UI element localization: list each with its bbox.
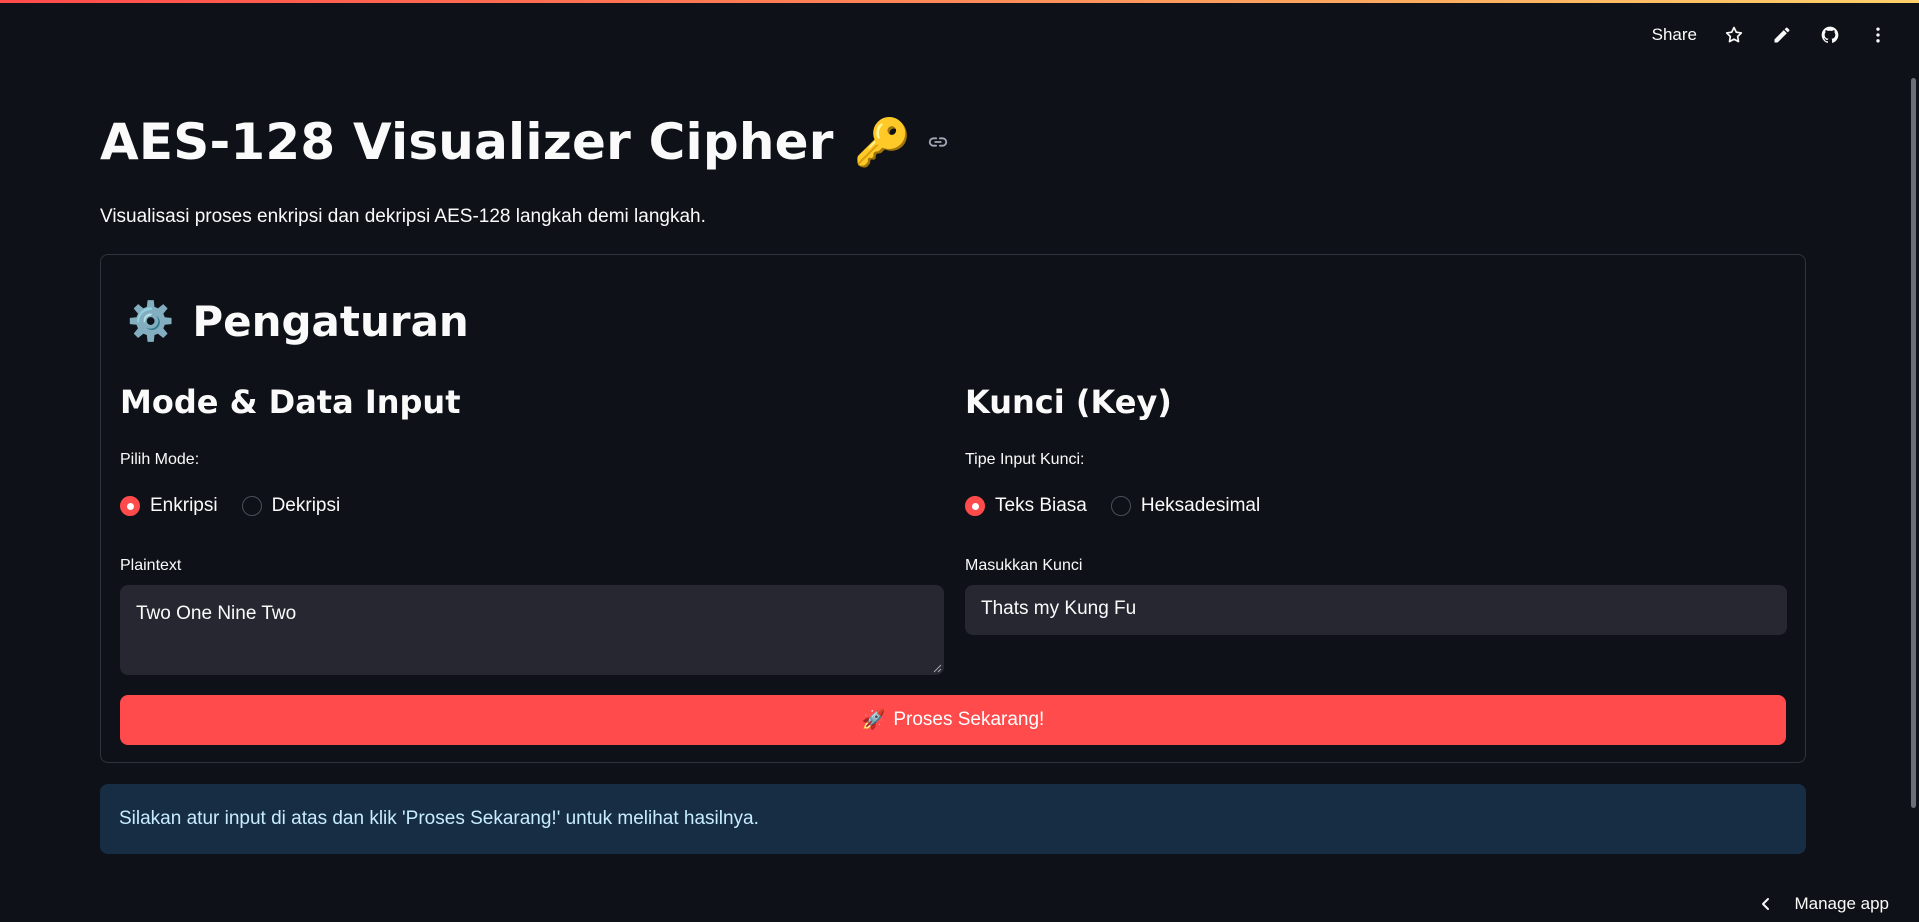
mode-label: Pilih Mode: bbox=[120, 451, 200, 468]
radio-teks-biasa-dot[interactable] bbox=[965, 496, 985, 516]
key-input[interactable]: Thats my Kung Fu bbox=[965, 585, 1787, 635]
title-row: AES-128 Visualizer Cipher 🔑 bbox=[100, 113, 951, 171]
page-scrollbar[interactable] bbox=[1911, 78, 1916, 808]
rocket-icon: 🚀 bbox=[861, 710, 886, 731]
mode-data-title: Mode & Data Input bbox=[120, 383, 461, 421]
plaintext-textarea[interactable]: Two One Nine Two bbox=[120, 585, 944, 675]
manage-app-label: Manage app bbox=[1794, 894, 1889, 913]
radio-heksadesimal-dot[interactable] bbox=[1110, 496, 1131, 516]
manage-app-button[interactable]: Manage app bbox=[1758, 894, 1889, 914]
pencil-icon[interactable] bbox=[1771, 24, 1793, 46]
info-message-box: Silakan atur input di atas dan klik 'Pro… bbox=[100, 784, 1806, 854]
radio-enkripsi-dot[interactable] bbox=[120, 496, 140, 516]
settings-card: ⚙️ Pengaturan Mode & Data Input Pilih Mo… bbox=[100, 254, 1806, 763]
page-title: AES-128 Visualizer Cipher bbox=[100, 113, 834, 171]
radio-teks-biasa-label: Teks Biasa bbox=[995, 495, 1087, 516]
key-input-value: Thats my Kung Fu bbox=[981, 598, 1137, 619]
gear-icon: ⚙️ bbox=[127, 300, 175, 343]
settings-heading-label: Pengaturan bbox=[192, 297, 469, 346]
key-title: Kunci (Key) bbox=[965, 383, 1172, 421]
radio-heksadesimal-label: Heksadesimal bbox=[1140, 495, 1261, 516]
info-message: Silakan atur input di atas dan klik 'Pro… bbox=[119, 808, 759, 829]
key-input-label: Masukkan Kunci bbox=[965, 557, 1083, 574]
share-button[interactable]: Share bbox=[1652, 25, 1697, 45]
star-icon[interactable] bbox=[1723, 24, 1745, 46]
key-type-radio-group: Teks Biasa Heksadesimal bbox=[965, 495, 1260, 517]
chevron-left-icon bbox=[1762, 898, 1770, 910]
radio-heksadesimal[interactable]: Heksadesimal bbox=[1110, 495, 1261, 517]
process-button[interactable]: 🚀 Proses Sekarang! bbox=[120, 695, 1786, 745]
resize-grip-icon[interactable] bbox=[932, 663, 942, 673]
process-button-label: Proses Sekarang! bbox=[893, 709, 1045, 730]
radio-enkripsi[interactable]: Enkripsi bbox=[120, 495, 218, 517]
plaintext-value: Two One Nine Two bbox=[136, 603, 297, 624]
radio-dekripsi-label: Dekripsi bbox=[271, 495, 341, 516]
mode-radio-group: Enkripsi Dekripsi bbox=[120, 495, 340, 517]
radio-teks-biasa[interactable]: Teks Biasa bbox=[965, 495, 1087, 517]
radio-enkripsi-label: Enkripsi bbox=[150, 495, 218, 516]
more-vertical-icon[interactable] bbox=[1867, 24, 1889, 46]
page-subtitle: Visualisasi proses enkripsi dan dekripsi… bbox=[100, 206, 706, 227]
header-toolbar: Share bbox=[1652, 24, 1889, 46]
top-decoration-bar bbox=[0, 0, 1919, 3]
settings-heading: ⚙️ Pengaturan bbox=[127, 297, 469, 346]
github-icon[interactable] bbox=[1819, 24, 1841, 46]
plaintext-label: Plaintext bbox=[120, 557, 182, 574]
radio-dekripsi[interactable]: Dekripsi bbox=[241, 495, 341, 517]
key-emoji-icon: 🔑 bbox=[853, 115, 911, 168]
key-type-label: Tipe Input Kunci: bbox=[965, 451, 1085, 468]
radio-dekripsi-dot[interactable] bbox=[241, 496, 262, 516]
anchor-link-icon[interactable] bbox=[927, 130, 951, 154]
